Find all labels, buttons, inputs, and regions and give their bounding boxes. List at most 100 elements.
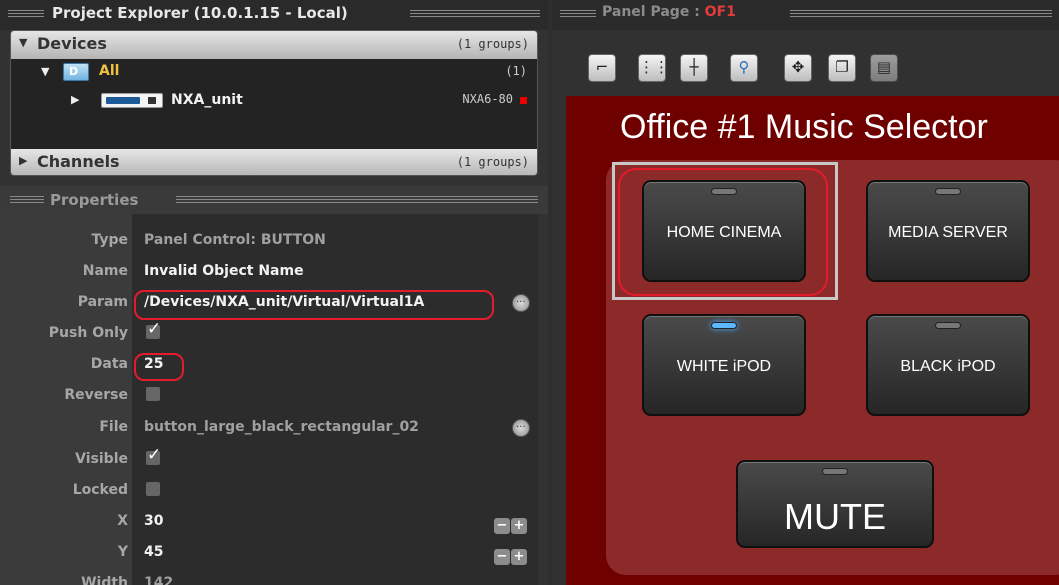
panel-page-title-prefix: Panel Page : — [602, 4, 705, 20]
property-row-locked[interactable]: Locked — [0, 476, 548, 506]
ellipsis-glyph: ... — [516, 419, 526, 430]
canvas-title: Office #1 Music Selector — [620, 108, 988, 146]
ellipsis-glyph: ... — [516, 294, 526, 305]
white-ipod-button[interactable]: WHITE iPOD — [642, 314, 806, 416]
property-row-file[interactable]: File button_large_black_rectangular_02 .… — [0, 413, 548, 443]
checkmark-icon: ✓ — [147, 319, 162, 339]
y-stepper[interactable]: − + — [494, 545, 528, 565]
panel-page-title: Panel Page : OF1 — [602, 4, 736, 20]
device-folder-icon: D — [63, 63, 89, 81]
devices-count: (1 groups) — [456, 37, 529, 51]
x-field[interactable]: 30 — [144, 513, 163, 529]
paste-icon[interactable]: ▤ — [870, 54, 898, 82]
paste-glyph: ▤ — [876, 58, 892, 76]
button-label: MEDIA SERVER — [888, 224, 1008, 241]
property-row-name[interactable]: Name Invalid Object Name — [0, 257, 548, 287]
data-highlight-outline — [134, 353, 184, 381]
property-row-push-only[interactable]: Push Only ✓ — [0, 319, 548, 349]
expand-triangle-icon[interactable]: ▶ — [19, 154, 27, 167]
property-row-visible[interactable]: Visible ✓ — [0, 445, 548, 475]
grip-right — [410, 10, 540, 19]
property-label: Reverse — [64, 387, 128, 403]
move-icon[interactable]: ✥ — [784, 54, 812, 82]
project-explorer-titlebar[interactable]: Project Explorer (10.0.1.15 - Local) — [0, 0, 548, 30]
button-label: WHITE iPOD — [676, 358, 772, 375]
minus-icon[interactable]: − — [494, 549, 510, 565]
all-label: All — [99, 63, 120, 79]
property-label: X — [117, 513, 128, 529]
device-model: NXA6-80 — [462, 92, 513, 106]
mute-button[interactable]: MUTE — [736, 460, 934, 548]
tree-item-device[interactable]: ▶ NXA_unit NXA6-80 — [11, 87, 537, 113]
device-icon-screen — [106, 97, 140, 104]
copy-icon[interactable]: ❐ — [828, 54, 856, 82]
checkmark-icon: ✓ — [147, 445, 162, 465]
property-label: Param — [77, 294, 128, 310]
properties-titlebar[interactable]: Properties — [0, 186, 548, 214]
home-cinema-highlight-outline — [618, 168, 828, 296]
y-field[interactable]: 45 — [144, 544, 163, 560]
panel-canvas: Office #1 Music Selector HOME CINEMA MED… — [566, 96, 1059, 585]
device-tree: ▼ Devices (1 groups) ▼ D All (1) ▶ NXA_u… — [10, 30, 538, 176]
property-row-data[interactable]: Data 25 — [0, 350, 548, 380]
grip-right — [176, 196, 538, 205]
button-label: MUTE — [784, 496, 886, 537]
property-row-y[interactable]: Y 45 − + — [0, 538, 548, 568]
property-label: Type — [91, 232, 128, 248]
x-stepper[interactable]: − + — [494, 514, 528, 534]
move-glyph: ✥ — [791, 58, 805, 76]
browse-param-icon[interactable]: ... — [512, 294, 530, 312]
channels-group-header[interactable]: ▶ Channels (1 groups) — [11, 149, 537, 175]
locked-checkbox[interactable] — [146, 482, 160, 496]
name-field[interactable]: Invalid Object Name — [144, 263, 304, 279]
panel-page-titlebar[interactable]: Panel Page : OF1 — [552, 0, 1059, 30]
property-row-reverse[interactable]: Reverse — [0, 381, 548, 411]
reverse-checkbox[interactable] — [146, 387, 160, 401]
snap-glyph: ┼ — [689, 58, 699, 76]
property-label: File — [99, 419, 128, 435]
channels-count: (1 groups) — [456, 155, 529, 169]
property-row-x[interactable]: X 30 − + — [0, 507, 548, 537]
property-label: Data — [90, 356, 128, 372]
property-row-type: Type Panel Control: BUTTON — [0, 226, 548, 256]
expand-triangle-icon[interactable]: ▶ — [71, 93, 79, 106]
width-field[interactable]: 142 — [144, 575, 173, 585]
grip-left — [10, 196, 44, 205]
panel-toolbar: ⌐ ⋮⋮ ┼ ⚲ ✥ ❐ ▤ — [552, 40, 1059, 96]
ruler-icon[interactable]: ⌐ — [588, 54, 616, 82]
collapse-triangle-icon[interactable]: ▼ — [19, 36, 27, 49]
file-field[interactable]: button_large_black_rectangular_02 — [144, 419, 419, 435]
media-server-button[interactable]: MEDIA SERVER — [866, 180, 1030, 282]
visible-checkbox[interactable]: ✓ — [146, 445, 161, 465]
button-label: BLACK iPOD — [900, 358, 996, 375]
zoom-x2-icon[interactable]: ⚲ — [730, 54, 758, 82]
zoom-glyph: ⚲ — [738, 58, 750, 76]
property-row-width[interactable]: Width 142 — [0, 569, 548, 585]
copy-glyph: ❐ — [835, 58, 849, 76]
browse-file-icon[interactable]: ... — [512, 419, 530, 437]
device-name: NXA_unit — [171, 92, 243, 108]
devices-group-header[interactable]: ▼ Devices (1 groups) — [11, 31, 537, 59]
device-icon-knob — [148, 97, 156, 104]
status-indicator-icon — [520, 97, 527, 104]
properties-title: Properties — [50, 191, 139, 209]
push-only-checkbox[interactable]: ✓ — [146, 319, 161, 339]
properties-table: Type Panel Control: BUTTON Name Invalid … — [0, 214, 548, 585]
button-led-icon — [711, 322, 737, 329]
snap-icon[interactable]: ┼ — [680, 54, 708, 82]
minus-icon[interactable]: − — [494, 518, 510, 534]
property-label: Push Only — [48, 325, 128, 341]
black-ipod-button[interactable]: BLACK iPOD — [866, 314, 1030, 416]
folder-badge: D — [69, 65, 79, 78]
collapse-triangle-icon[interactable]: ▼ — [41, 65, 49, 78]
plus-icon[interactable]: + — [511, 518, 527, 534]
plus-icon[interactable]: + — [511, 549, 527, 565]
grid-glyph: ⋮⋮ — [639, 58, 669, 76]
grip-left — [560, 10, 596, 19]
device-icon — [101, 93, 163, 108]
button-led-icon — [822, 468, 848, 475]
property-value: Panel Control: BUTTON — [144, 232, 326, 248]
tree-item-all[interactable]: ▼ D All (1) — [11, 59, 537, 85]
grid-icon[interactable]: ⋮⋮ — [638, 54, 669, 82]
property-label: Visible — [75, 451, 128, 467]
